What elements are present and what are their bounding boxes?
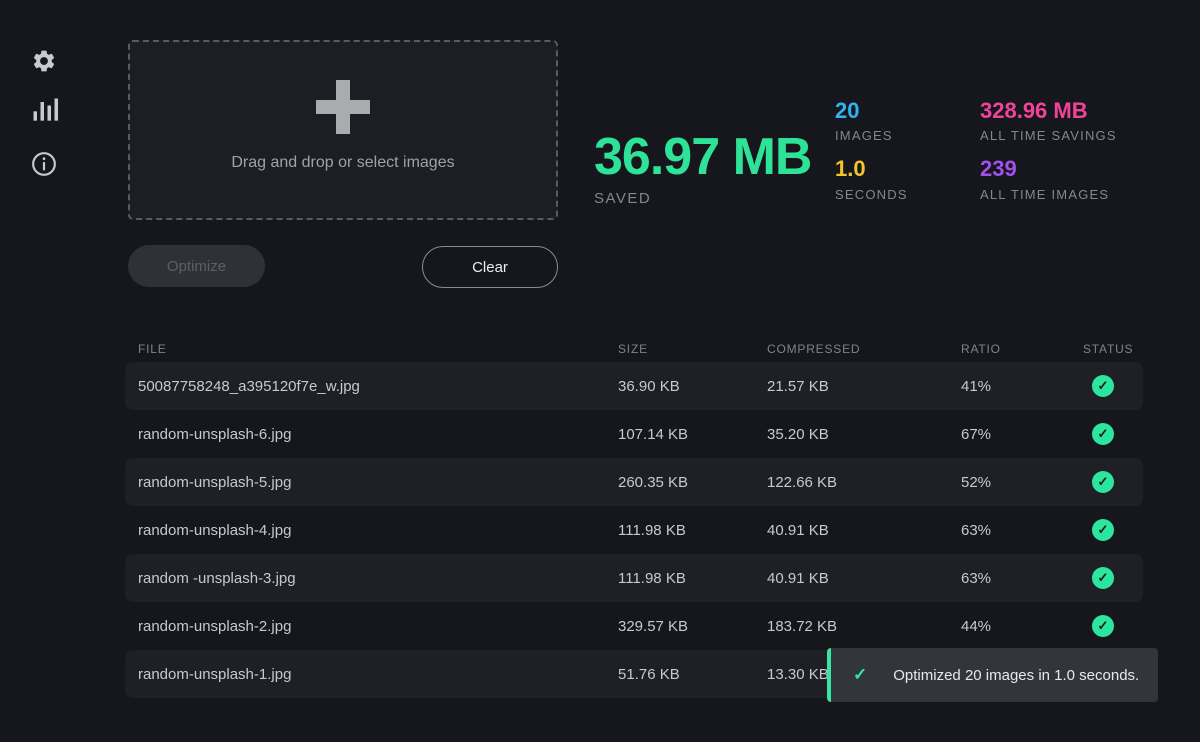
- status-cell: ✓: [1083, 567, 1143, 589]
- header-cell-file: FILE: [125, 342, 618, 356]
- stats-grid: 20 IMAGES 328.96 MB ALL TIME SAVINGS 1.0…: [835, 98, 1117, 202]
- stat-value: 328.96 MB: [980, 98, 1117, 124]
- ratio-cell: 63%: [961, 522, 1083, 539]
- saved-stat: 36.97 MB SAVED: [594, 130, 811, 207]
- status-success-icon: ✓: [1092, 519, 1114, 541]
- table-row: 50087758248_a395120f7e_w.jpg 36.90 KB 21…: [125, 362, 1143, 410]
- ratio-cell: 67%: [961, 426, 1083, 443]
- saved-label: SAVED: [594, 190, 811, 207]
- size-cell: 111.98 KB: [618, 570, 767, 587]
- size-cell: 329.57 KB: [618, 618, 767, 635]
- info-icon: [31, 151, 57, 177]
- stat-label: IMAGES: [835, 128, 980, 143]
- dropzone[interactable]: Drag and drop or select images: [128, 40, 558, 220]
- toast-notification: ✓ Optimized 20 images in 1.0 seconds.: [827, 648, 1158, 702]
- stat-label: ALL TIME SAVINGS: [980, 128, 1117, 143]
- stat-images: 20 IMAGES: [835, 98, 980, 143]
- ratio-cell: 52%: [961, 474, 1083, 491]
- compressed-cell: 35.20 KB: [767, 426, 961, 443]
- optimize-button[interactable]: Optimize: [128, 245, 265, 287]
- table-row: random-unsplash-5.jpg 260.35 KB 122.66 K…: [125, 458, 1143, 506]
- stat-value: 239: [980, 156, 1117, 182]
- toast-check-icon: ✓: [853, 665, 867, 685]
- size-cell: 36.90 KB: [618, 378, 767, 395]
- stats-button[interactable]: [30, 95, 58, 123]
- header-cell-compressed: COMPRESSED: [767, 342, 961, 356]
- stat-value: 20: [835, 98, 980, 124]
- compressed-cell: 122.66 KB: [767, 474, 961, 491]
- header-cell-size: SIZE: [618, 342, 767, 356]
- saved-value: 36.97 MB: [594, 130, 811, 185]
- status-cell: ✓: [1083, 375, 1143, 397]
- status-cell: ✓: [1083, 423, 1143, 445]
- settings-button[interactable]: [30, 47, 58, 75]
- file-cell: random-unsplash-4.jpg: [125, 522, 618, 539]
- table-row: random-unsplash-4.jpg 111.98 KB 40.91 KB…: [125, 506, 1143, 554]
- stat-value: 1.0: [835, 156, 980, 182]
- compressed-cell: 40.91 KB: [767, 570, 961, 587]
- files-table: FILE SIZE COMPRESSED RATIO STATUS 500877…: [125, 336, 1143, 698]
- sidebar: [0, 0, 88, 742]
- compressed-cell: 40.91 KB: [767, 522, 961, 539]
- status-success-icon: ✓: [1092, 423, 1114, 445]
- stat-label: ALL TIME IMAGES: [980, 187, 1117, 202]
- ratio-cell: 41%: [961, 378, 1083, 395]
- status-success-icon: ✓: [1092, 471, 1114, 493]
- dropzone-label: Drag and drop or select images: [231, 154, 454, 172]
- status-cell: ✓: [1083, 471, 1143, 493]
- ratio-cell: 63%: [961, 570, 1083, 587]
- bar-chart-icon: [30, 95, 58, 123]
- file-cell: random -unsplash-3.jpg: [125, 570, 618, 587]
- file-cell: random-unsplash-1.jpg: [125, 666, 618, 683]
- stat-label: SECONDS: [835, 187, 980, 202]
- plus-icon: [316, 80, 370, 134]
- status-success-icon: ✓: [1092, 615, 1114, 637]
- table-row: random-unsplash-6.jpg 107.14 KB 35.20 KB…: [125, 410, 1143, 458]
- file-cell: random-unsplash-2.jpg: [125, 618, 618, 635]
- compressed-cell: 21.57 KB: [767, 378, 961, 395]
- stat-all-time-images: 239 ALL TIME IMAGES: [980, 156, 1117, 201]
- compressed-cell: 183.72 KB: [767, 618, 961, 635]
- table-row: random -unsplash-3.jpg 111.98 KB 40.91 K…: [125, 554, 1143, 602]
- about-button[interactable]: [30, 150, 58, 178]
- toast-message: Optimized 20 images in 1.0 seconds.: [893, 667, 1139, 684]
- status-cell: ✓: [1083, 615, 1143, 637]
- size-cell: 51.76 KB: [618, 666, 767, 683]
- header-cell-status: STATUS: [1083, 342, 1143, 356]
- file-cell: random-unsplash-6.jpg: [125, 426, 618, 443]
- file-cell: 50087758248_a395120f7e_w.jpg: [125, 378, 618, 395]
- stat-all-time-savings: 328.96 MB ALL TIME SAVINGS: [980, 98, 1117, 143]
- file-cell: random-unsplash-5.jpg: [125, 474, 618, 491]
- stat-seconds: 1.0 SECONDS: [835, 156, 980, 201]
- size-cell: 111.98 KB: [618, 522, 767, 539]
- header-cell-ratio: RATIO: [961, 342, 1083, 356]
- status-success-icon: ✓: [1092, 567, 1114, 589]
- clear-button[interactable]: Clear: [422, 246, 558, 288]
- table-row: random-unsplash-2.jpg 329.57 KB 183.72 K…: [125, 602, 1143, 650]
- size-cell: 107.14 KB: [618, 426, 767, 443]
- gear-icon: [31, 48, 57, 74]
- table-header: FILE SIZE COMPRESSED RATIO STATUS: [125, 336, 1143, 362]
- status-success-icon: ✓: [1092, 375, 1114, 397]
- size-cell: 260.35 KB: [618, 474, 767, 491]
- status-cell: ✓: [1083, 519, 1143, 541]
- ratio-cell: 44%: [961, 618, 1083, 635]
